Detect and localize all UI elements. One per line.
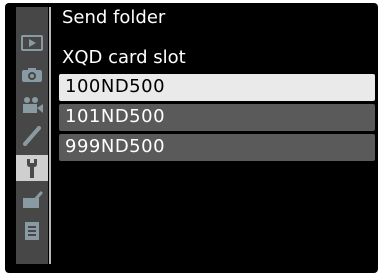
menu-title: Send folder	[62, 7, 166, 28]
my-menu-icon[interactable]	[18, 218, 46, 244]
folder-option-101ND500[interactable]: 101ND500	[59, 104, 375, 131]
folder-label: 100ND500	[65, 76, 166, 97]
folder-label: 999ND500	[65, 136, 166, 157]
camera-menu-screen: Send folder XQD card slot 100ND500 101ND…	[5, 3, 378, 273]
movie-icon[interactable]	[18, 92, 46, 118]
folder-label: 101ND500	[65, 106, 166, 127]
folder-option-999ND500[interactable]: 999ND500	[59, 134, 375, 161]
folder-option-100ND500[interactable]: 100ND500	[59, 74, 375, 101]
wrench-icon[interactable]	[16, 155, 48, 181]
playback-icon[interactable]	[18, 30, 46, 56]
pencil-icon[interactable]	[18, 123, 46, 149]
sidebar-divider	[49, 7, 51, 264]
card-slot-label: XQD card slot	[62, 47, 186, 68]
retouch-icon[interactable]	[18, 187, 46, 213]
camera-icon[interactable]	[18, 62, 46, 88]
menu-sidebar	[16, 7, 48, 264]
